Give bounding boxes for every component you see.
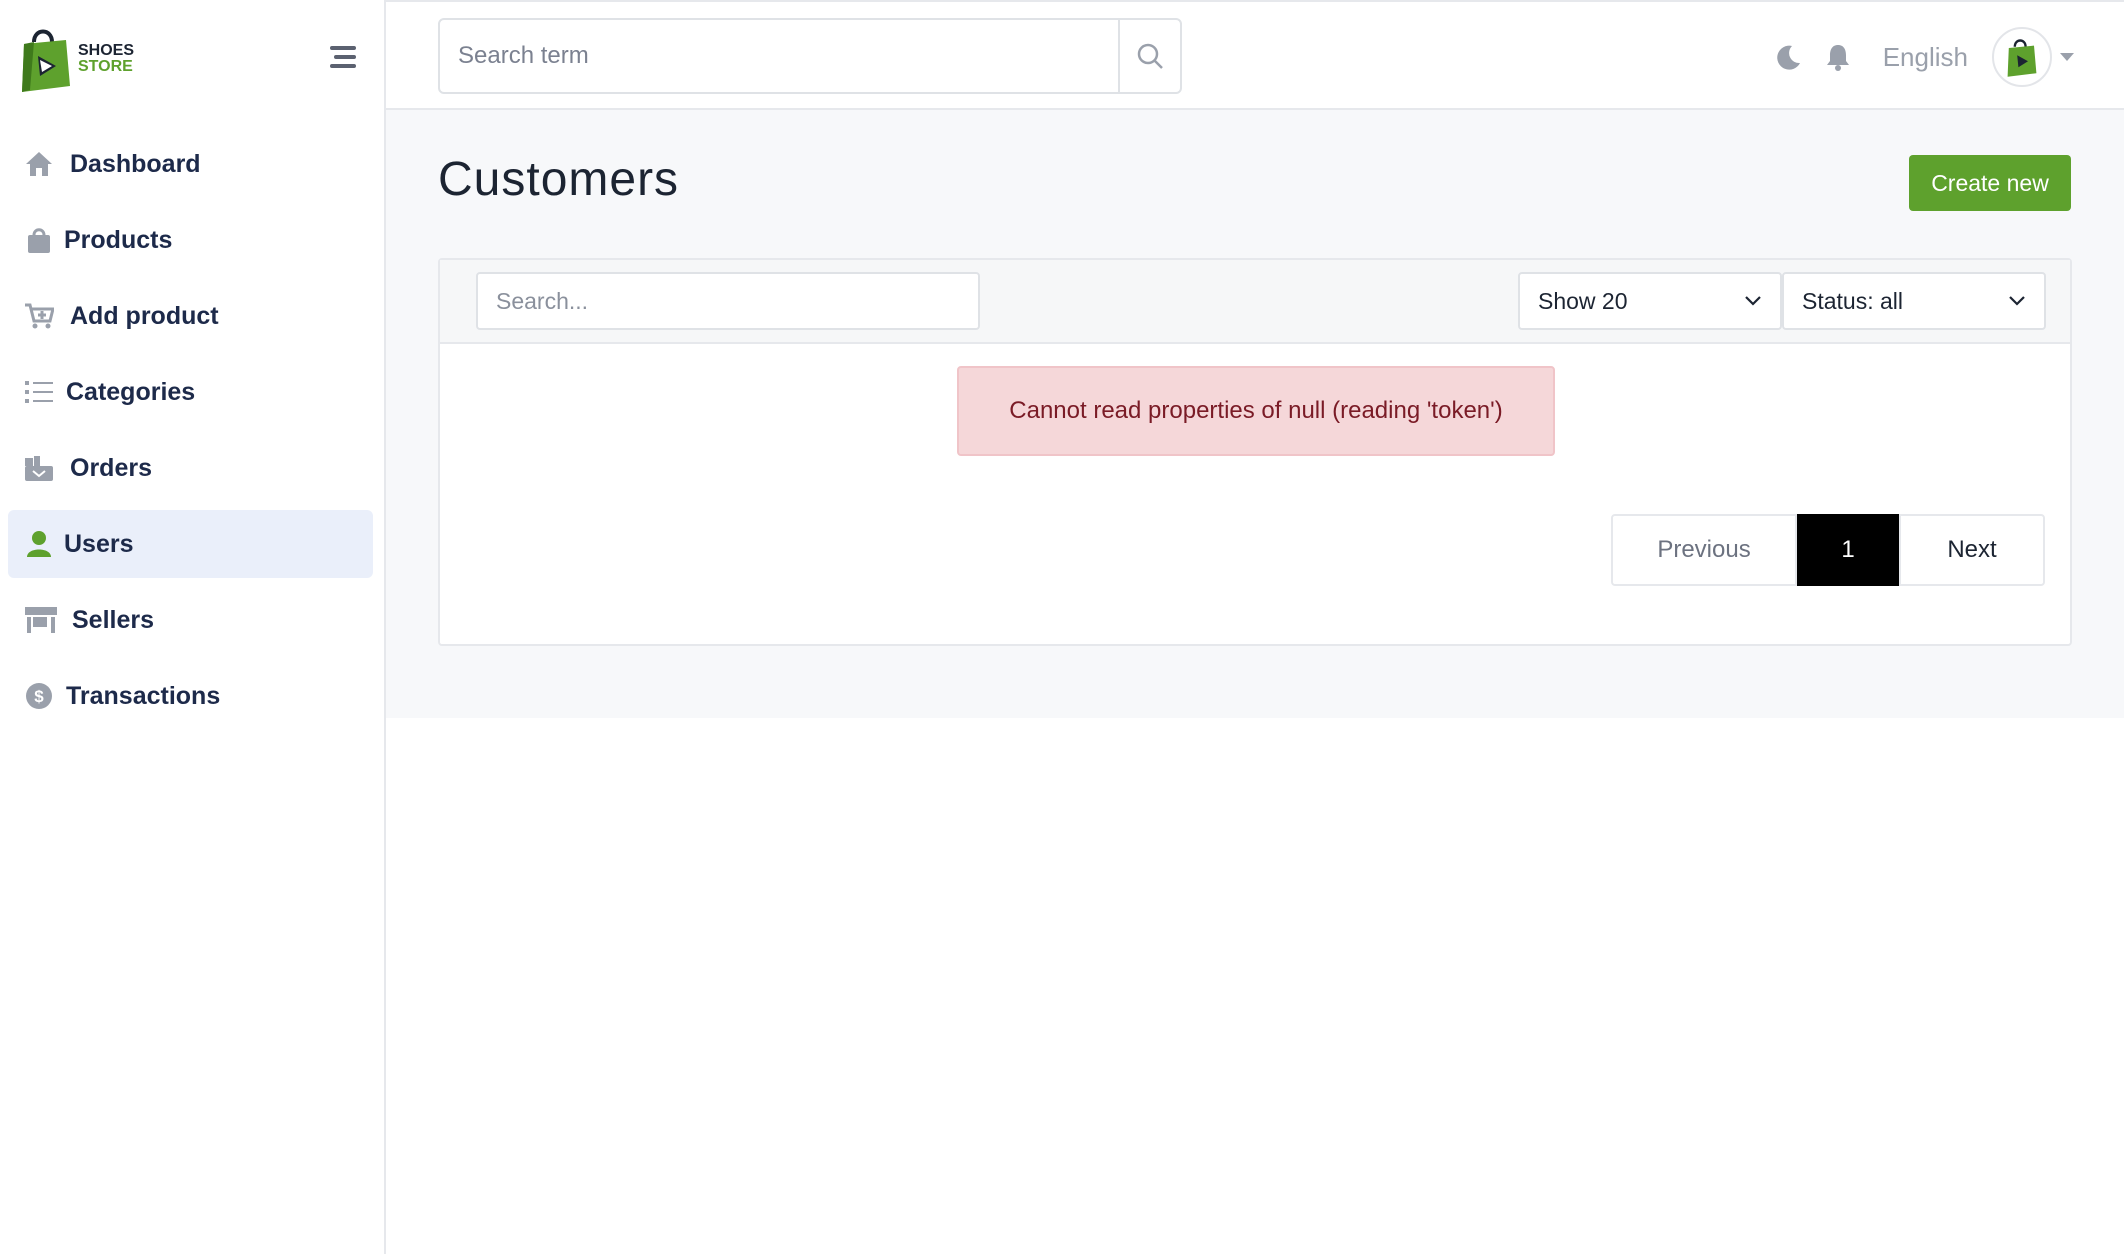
brand-logo[interactable]: SHOES STORE bbox=[20, 24, 134, 94]
sidebar-item-label: Products bbox=[64, 225, 173, 254]
error-alert: Cannot read properties of null (reading … bbox=[957, 366, 1555, 456]
notification-bell-icon[interactable] bbox=[1821, 40, 1855, 74]
shopping-bag-icon bbox=[24, 225, 54, 255]
page-title: Customers bbox=[438, 153, 680, 206]
sidebar-item-categories[interactable]: Categories bbox=[8, 358, 373, 426]
pagination: Previous 1 Next bbox=[1611, 514, 2045, 586]
chevron-down-icon bbox=[1745, 296, 1761, 306]
sidebar-item-dashboard[interactable]: Dashboard bbox=[8, 130, 373, 198]
shoes-store-avatar-icon bbox=[2007, 39, 2037, 77]
brand-line2: STORE bbox=[78, 58, 133, 75]
store-icon bbox=[24, 605, 58, 635]
pagination-page-current[interactable]: 1 bbox=[1797, 514, 1899, 586]
user-icon bbox=[24, 529, 54, 559]
top-search-button[interactable] bbox=[1118, 20, 1180, 92]
sidebar-item-label: Categories bbox=[66, 377, 196, 406]
avatar[interactable] bbox=[1992, 27, 2052, 87]
chevron-down-icon[interactable] bbox=[2060, 53, 2074, 61]
sidebar-item-label: Orders bbox=[70, 453, 152, 482]
customers-card: Show 20 Status: all Cannot read properti… bbox=[438, 258, 2072, 646]
pagination-next[interactable]: Next bbox=[1899, 514, 2045, 586]
sidebar-item-label: Users bbox=[64, 529, 134, 558]
dollar-icon: $ bbox=[24, 681, 54, 711]
top-header: English bbox=[386, 0, 2124, 110]
status-select[interactable]: Status: all bbox=[1782, 272, 2046, 330]
sidebar-item-label: Add product bbox=[70, 301, 219, 330]
sidebar-item-sellers[interactable]: Sellers bbox=[8, 586, 373, 654]
sidebar-nav: Dashboard Products Add product Categorie… bbox=[8, 130, 373, 738]
shoes-store-logo-icon bbox=[22, 29, 70, 92]
customer-search-input[interactable] bbox=[476, 272, 980, 330]
sidebar-item-users[interactable]: Users bbox=[8, 510, 373, 578]
language-selector[interactable]: English bbox=[1883, 42, 1968, 73]
card-filter-bar: Show 20 Status: all bbox=[440, 260, 2070, 344]
sidebar: SHOES STORE Dashboard Products Add produ… bbox=[0, 0, 386, 1254]
page-size-value: Show 20 bbox=[1538, 287, 1628, 314]
search-icon bbox=[1137, 43, 1163, 69]
sidebar-item-label: Sellers bbox=[72, 605, 155, 634]
sidebar-item-transactions[interactable]: $ Transactions bbox=[8, 662, 373, 730]
sidebar-item-label: Transactions bbox=[66, 681, 221, 710]
list-icon bbox=[24, 377, 54, 407]
svg-text:$: $ bbox=[34, 687, 44, 706]
header-actions: English bbox=[1755, 26, 2074, 88]
dark-mode-moon-icon[interactable] bbox=[1771, 40, 1805, 74]
top-search-input[interactable] bbox=[440, 20, 1118, 92]
chevron-down-icon bbox=[2009, 296, 2025, 306]
create-new-button[interactable]: Create new bbox=[1909, 155, 2071, 211]
brand-line1: SHOES bbox=[78, 42, 135, 59]
orders-icon bbox=[24, 453, 54, 483]
menu-toggle-icon[interactable] bbox=[330, 46, 356, 68]
status-value: Status: all bbox=[1802, 287, 1903, 314]
pagination-previous[interactable]: Previous bbox=[1611, 514, 1797, 586]
sidebar-item-products[interactable]: Products bbox=[8, 206, 373, 274]
home-icon bbox=[24, 149, 54, 179]
top-search-box bbox=[438, 18, 1182, 94]
cart-plus-icon bbox=[24, 301, 54, 331]
sidebar-item-label: Dashboard bbox=[70, 149, 201, 178]
main-content: Customers Create new Show 20 Status: all… bbox=[386, 110, 2124, 718]
page-size-select[interactable]: Show 20 bbox=[1518, 272, 1782, 330]
sidebar-item-add-product[interactable]: Add product bbox=[8, 282, 373, 350]
sidebar-item-orders[interactable]: Orders bbox=[8, 434, 373, 502]
